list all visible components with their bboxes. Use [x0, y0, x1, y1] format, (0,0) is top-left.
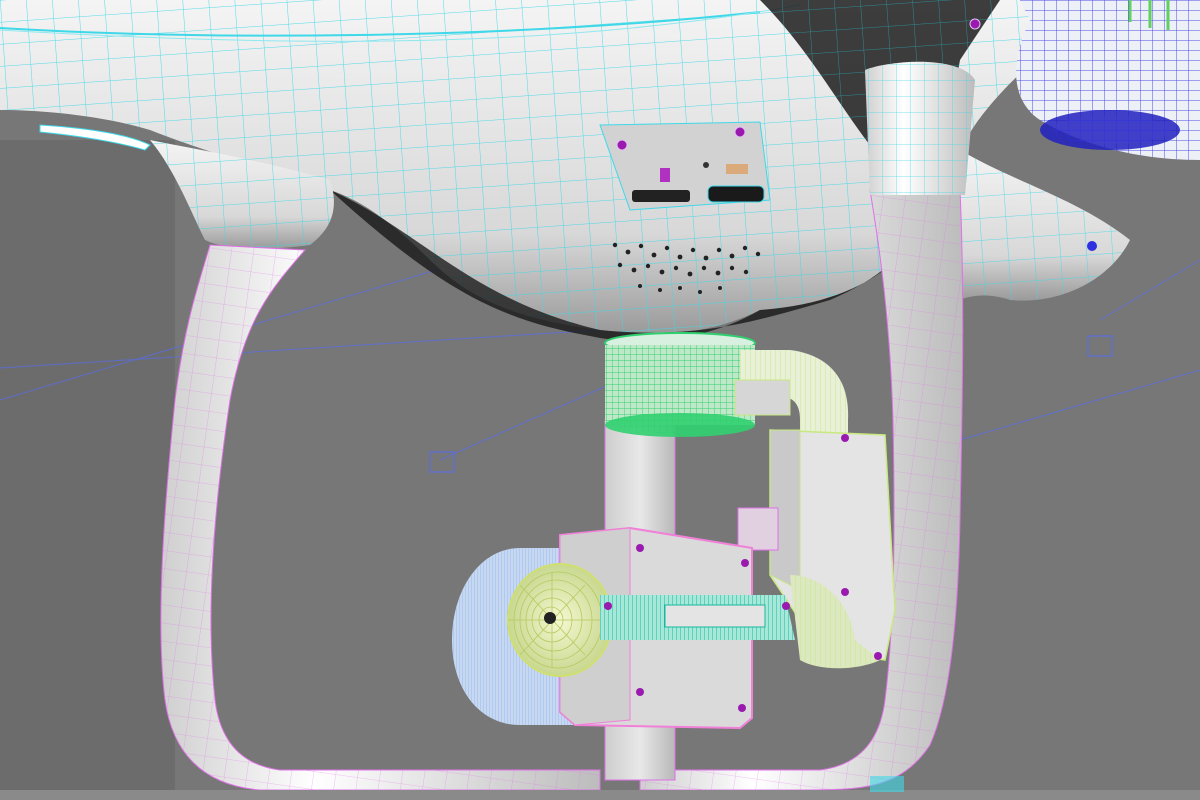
vertex-marker[interactable]: [741, 559, 749, 567]
ground-plane-edge: [0, 790, 1200, 800]
vertex-marker[interactable]: [738, 704, 746, 712]
3d-viewport[interactable]: [0, 0, 1200, 800]
vertex-marker[interactable]: [782, 602, 790, 610]
port-panel: [599, 121, 771, 211]
vertex-marker[interactable]: [636, 544, 644, 552]
camera-lens-front[interactable]: [507, 563, 613, 677]
vertex-marker[interactable]: [734, 126, 746, 138]
vertex-marker[interactable]: [874, 652, 882, 660]
vertex-marker[interactable]: [636, 688, 644, 696]
vertex-marker[interactable]: [969, 18, 981, 30]
vertex-marker[interactable]: [616, 139, 628, 151]
vertex-marker[interactable]: [841, 434, 849, 442]
gimbal-mount[interactable]: [604, 332, 756, 437]
rear-module[interactable]: [1016, 0, 1200, 160]
vertex-marker[interactable]: [841, 588, 849, 596]
vertex-marker[interactable]: [604, 602, 612, 610]
gimbal-tilt-arm[interactable]: [600, 595, 795, 640]
